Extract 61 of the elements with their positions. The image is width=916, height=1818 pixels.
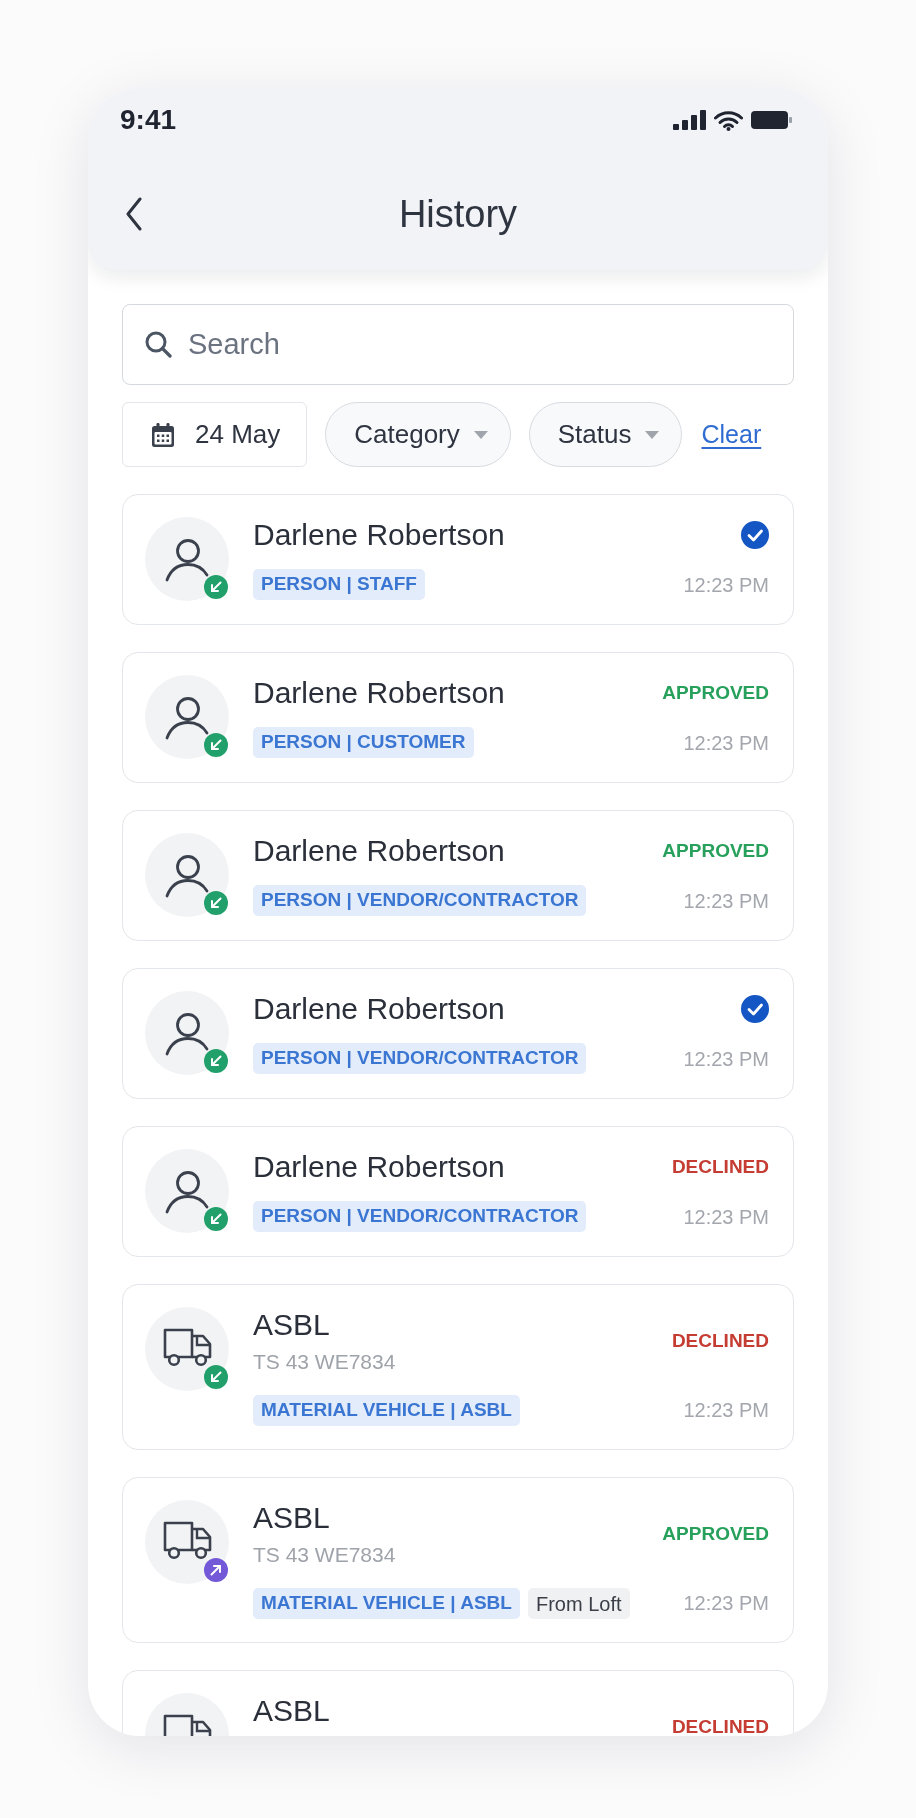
time-label: 12:23 PM (683, 889, 769, 914)
history-card[interactable]: ASBL DECLINED (122, 1670, 794, 1736)
history-card[interactable]: Darlene Robertson PERSON | CUSTOMER APPROVED 12:23 PM (122, 652, 794, 783)
wifi-icon (714, 109, 743, 131)
date-filter-button[interactable]: 24 May (122, 402, 308, 467)
status-label: DECLINED (671, 1715, 769, 1736)
person-avatar-icon (145, 1149, 229, 1233)
category-tag: PERSON | VENDOR/CONTRACTOR (253, 1043, 587, 1074)
truck-avatar-icon (145, 1500, 229, 1584)
status-label: APPROVED (662, 1522, 769, 1546)
person-avatar-icon (145, 991, 229, 1075)
status-label: APPROVED (662, 839, 769, 863)
history-card[interactable]: Darlene Robertson PERSON | VENDOR/CONTRACTOR 12:23 PM (122, 968, 794, 1099)
page-title: History (398, 192, 518, 237)
person-name: Darlene Robertson (253, 517, 505, 553)
plate-number: TS 43 WE7834 (253, 1542, 396, 1568)
time-label: 12:23 PM (683, 1398, 769, 1423)
search-field[interactable]: Search (122, 304, 794, 385)
time-label: 12:23 PM (683, 731, 769, 756)
category-tag: MATERIAL VEHICLE | ASBL (253, 1395, 520, 1426)
category-tag: MATERIAL VEHICLE | ASBL (253, 1588, 520, 1619)
calendar-icon (152, 422, 174, 447)
dropdown-filter-button[interactable]: Category (325, 402, 511, 467)
vehicle-name: ASBL (253, 1693, 330, 1729)
person-avatar-icon (145, 833, 229, 917)
person-avatar-icon (145, 675, 229, 759)
status-label: DECLINED (671, 1155, 769, 1179)
status-label: APPROVED (662, 681, 769, 705)
category-tag: PERSON | STAFF (253, 569, 425, 600)
signal-icon (673, 110, 706, 130)
battery-icon (751, 111, 792, 129)
person-name: Darlene Robertson (253, 833, 505, 869)
history-card[interactable]: ASBL TS 43 WE7834 MATERIAL VEHICLE | ASBL From Loft APPROVED 12:23 PM (122, 1477, 794, 1643)
vehicle-name: ASBL (253, 1307, 330, 1343)
person-name: Darlene Robertson (253, 1149, 505, 1185)
person-name: Darlene Robertson (253, 675, 505, 711)
caret-down-icon (473, 430, 488, 439)
person-name: Darlene Robertson (253, 991, 505, 1027)
time-label: 12:23 PM (683, 1205, 769, 1230)
status-time: 9:41 (120, 103, 177, 137)
category-tag: PERSON | VENDOR/CONTRACTOR (253, 885, 587, 916)
vehicle-name: ASBL (253, 1500, 330, 1536)
search-icon (144, 330, 172, 358)
clear-link[interactable]: Clear (701, 415, 762, 454)
history-card[interactable]: Darlene Robertson PERSON | STAFF 12:23 PM (122, 494, 794, 625)
chevron-left-icon (125, 197, 143, 231)
category-tag: PERSON | VENDOR/CONTRACTOR (253, 1201, 587, 1232)
dropdown-filter-button[interactable]: Status (528, 402, 683, 467)
history-card[interactable]: Darlene Robertson PERSON | VENDOR/CONTRACTOR DECLINED 12:23 PM (122, 1126, 794, 1257)
status-label: DECLINED (671, 1329, 769, 1353)
history-card[interactable]: ASBL TS 43 WE7834 MATERIAL VEHICLE | ASBL DECLINED 12:23 PM (122, 1284, 794, 1450)
plate-number: TS 43 WE7834 (253, 1349, 396, 1375)
person-avatar-icon (145, 517, 229, 601)
note-tag: From Loft (527, 1588, 630, 1619)
caret-down-icon (645, 430, 660, 439)
time-label: 12:23 PM (683, 1591, 769, 1616)
history-card[interactable]: Darlene Robertson PERSON | VENDOR/CONTRACTOR APPROVED 12:23 PM (122, 810, 794, 941)
category-tag: PERSON | CUSTOMER (253, 727, 474, 758)
time-label: 12:23 PM (683, 1047, 769, 1072)
truck-avatar-icon (145, 1307, 229, 1391)
time-label: 12:23 PM (683, 573, 769, 598)
